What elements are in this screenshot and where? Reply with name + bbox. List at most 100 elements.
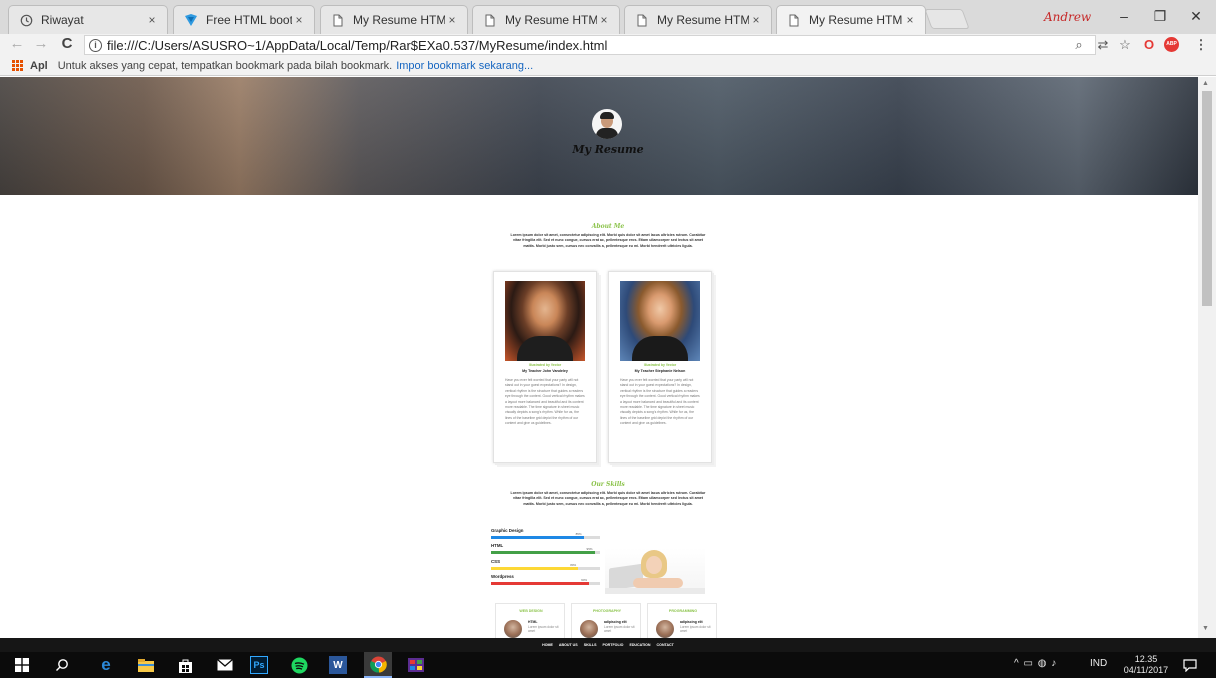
reload-icon[interactable]: C <box>58 35 76 52</box>
tab-bootstrap[interactable]: Free HTML bootstrap te × <box>173 5 315 34</box>
hero-banner: My Resume <box>0 77 1198 195</box>
service-text: Lorem ipsum dolor sit amet <box>680 625 711 634</box>
apps-icon[interactable] <box>12 59 24 72</box>
menu-about[interactable]: ABOUT US <box>559 643 578 647</box>
file-explorer-icon[interactable] <box>136 656 156 674</box>
service-avatar <box>504 620 522 638</box>
word-icon[interactable]: W <box>329 656 347 674</box>
page-viewport: My Resume About Me Lorem ipsum dolor sit… <box>0 77 1198 638</box>
service-avatar <box>580 620 598 638</box>
scroll-down-icon[interactable]: ▼ <box>1202 625 1209 632</box>
address-bar: ← → C i file:///C:/Users/ASUSRO~1/AppDat… <box>0 34 1216 56</box>
service-card: PHOTOGRAPHY adipiscing elit Lorem ipsum … <box>571 603 641 638</box>
skill-percent: 95% <box>586 547 593 551</box>
photoshop-icon[interactable]: Ps <box>250 656 268 674</box>
teacher-caption: Illustrated by Vector <box>643 363 677 367</box>
history-icon <box>19 13 33 27</box>
tab-close-icon[interactable]: × <box>292 13 306 27</box>
close-window-icon[interactable]: ✕ <box>1186 8 1206 25</box>
translate-icon[interactable]: ⇄ <box>1094 37 1112 53</box>
about-title: About Me <box>591 223 625 230</box>
edge-icon[interactable]: e <box>96 655 116 674</box>
tab-title: My Resume HTML Boots <box>353 13 445 27</box>
search-icon[interactable] <box>52 656 72 674</box>
back-icon[interactable]: ← <box>8 35 26 52</box>
opera-icon[interactable]: O <box>1140 37 1158 52</box>
teacher-bio: Have you ever felt worried that your par… <box>505 378 585 426</box>
service-card: WEB DESIGN HTML Lorem ipsum dolor sit am… <box>495 603 565 638</box>
bookmarks-bar: Apl Untuk akses yang cepat, tempatkan bo… <box>0 56 1216 76</box>
skill-label: Graphic Design <box>491 528 524 533</box>
tab-close-icon[interactable]: × <box>903 13 917 27</box>
url-field[interactable]: i file:///C:/Users/ASUSRO~1/AppData/Loca… <box>84 35 1096 55</box>
service-title: PROGRAMMING <box>668 609 698 613</box>
service-heading: HTML <box>528 620 538 624</box>
tab-resume-3[interactable]: My Resume HTML Boots × <box>624 5 772 34</box>
tab-close-icon[interactable]: × <box>749 13 763 27</box>
maximize-icon[interactable]: ❐ <box>1150 8 1170 25</box>
tab-close-icon[interactable]: × <box>597 13 611 27</box>
skill-bar <box>491 582 600 585</box>
menu-education[interactable]: EDUCATION <box>629 643 650 647</box>
page-menu: HOME ABOUT US SKILLS PORTFOLIO EDUCATION… <box>0 638 1216 652</box>
clock-date[interactable]: 04/11/2017 <box>1117 665 1175 675</box>
system-tray-icons[interactable]: ^ ▭ ◍ ♪ <box>1014 658 1057 669</box>
media-icon[interactable] <box>406 656 426 674</box>
page-scrollbar[interactable]: ▲ ▼ <box>1198 77 1216 638</box>
service-card: PROGRAMMING adipiscing elit Lorem ipsum … <box>647 603 717 638</box>
scrollbar-thumb[interactable] <box>1202 91 1212 306</box>
menu-portfolio[interactable]: PORTFOLIO <box>602 643 623 647</box>
tab-title: My Resume HTML Boots <box>505 13 597 27</box>
menu-icon[interactable]: ⋮ <box>1192 37 1210 53</box>
zoom-icon[interactable]: ⌕ <box>1070 37 1088 53</box>
notifications-icon[interactable] <box>1180 656 1200 674</box>
tab-resume-active[interactable]: My Resume HTML Boots × <box>776 5 926 34</box>
adblock-icon[interactable]: ABP <box>1164 37 1179 52</box>
bootstrap-icon <box>184 13 198 27</box>
site-brand[interactable]: My Resume <box>560 143 656 156</box>
tab-title: My Resume HTML Boots <box>657 13 749 27</box>
skill-bar-fill <box>491 536 584 539</box>
import-bookmarks-link[interactable]: Impor bookmark sekarang... <box>396 60 533 72</box>
minimize-icon[interactable]: – <box>1114 8 1134 24</box>
url-text: file:///C:/Users/ASUSRO~1/AppData/Local/… <box>107 37 608 53</box>
profile-button[interactable]: Andrew <box>1044 10 1091 24</box>
menu-contact[interactable]: CONTACT <box>657 643 674 647</box>
new-tab-button[interactable] <box>924 9 970 29</box>
skill-bar-fill <box>491 567 579 570</box>
store-icon[interactable] <box>175 656 195 674</box>
menu-home[interactable]: HOME <box>542 643 553 647</box>
skill-bar <box>491 536 600 539</box>
skill-percent: 80% <box>570 563 577 567</box>
chrome-icon[interactable] <box>364 652 392 678</box>
document-icon <box>787 13 801 27</box>
mail-icon[interactable] <box>215 656 235 674</box>
tab-close-icon[interactable]: × <box>445 13 459 27</box>
bookmark-star-icon[interactable]: ☆ <box>1116 37 1134 53</box>
apps-shortcut[interactable]: Apl <box>30 60 48 72</box>
skill-label: CSS <box>491 559 501 564</box>
tab-title: Free HTML bootstrap te <box>206 13 292 27</box>
service-heading: adipiscing elit <box>604 620 627 624</box>
tab-resume-2[interactable]: My Resume HTML Boots × <box>472 5 620 34</box>
teacher-card: Illustrated by Vector My Teacher Stephan… <box>608 271 712 463</box>
service-heading: adipiscing elit <box>680 620 703 624</box>
menu-skills[interactable]: SKILLS <box>584 643 597 647</box>
document-icon <box>483 13 497 27</box>
tab-riwayat[interactable]: Riwayat × <box>8 5 168 34</box>
forward-icon[interactable]: → <box>32 35 50 52</box>
scroll-up-icon[interactable]: ▲ <box>1202 80 1209 87</box>
tab-close-icon[interactable]: × <box>145 13 159 27</box>
bookmarks-hint: Untuk akses yang cepat, tempatkan bookma… <box>57 59 393 72</box>
tab-title: Riwayat <box>41 13 84 27</box>
page-info-icon[interactable]: i <box>89 38 102 52</box>
spotify-icon[interactable] <box>289 656 309 674</box>
tab-resume-1[interactable]: My Resume HTML Boots × <box>320 5 468 34</box>
windows-start-icon[interactable] <box>12 656 32 674</box>
document-icon <box>331 13 345 27</box>
skill-label: Wordpress <box>491 574 514 579</box>
language-indicator[interactable]: IND <box>1090 658 1107 669</box>
avatar <box>592 109 622 139</box>
clock-time[interactable]: 12.35 <box>1128 654 1164 664</box>
skill-bar <box>491 567 600 570</box>
